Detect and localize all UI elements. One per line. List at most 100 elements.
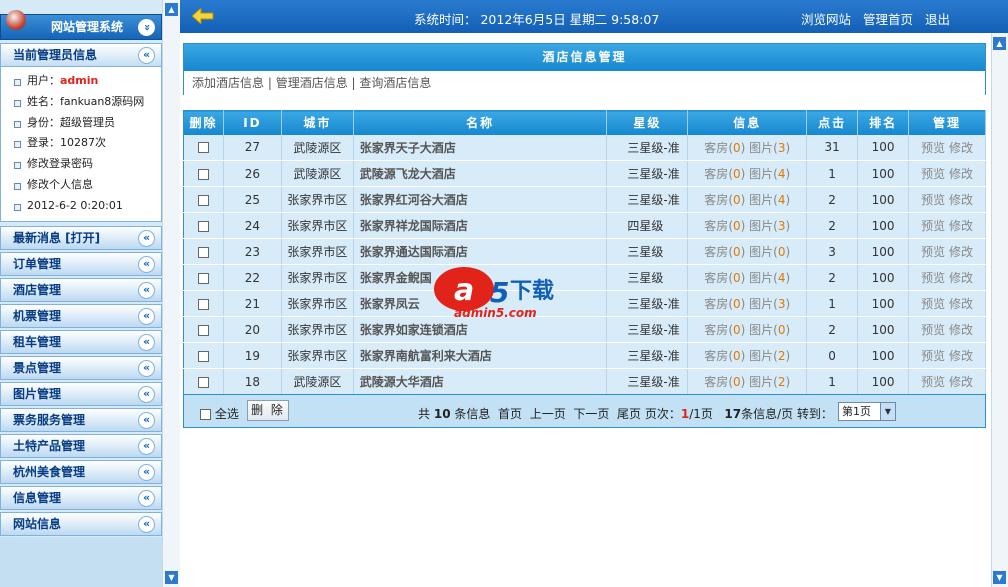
edit-link[interactable]: 修改 bbox=[949, 271, 973, 285]
last-page-link[interactable]: 尾页 bbox=[617, 407, 641, 421]
row-checkbox[interactable] bbox=[197, 194, 209, 206]
menu-food[interactable]: 杭州美食管理 « bbox=[0, 460, 162, 484]
row-checkbox[interactable] bbox=[197, 298, 209, 310]
rooms-link[interactable]: 客房(0) bbox=[704, 271, 745, 285]
scroll-up-icon[interactable]: ▲ bbox=[165, 3, 178, 16]
edit-link[interactable]: 修改 bbox=[949, 167, 973, 181]
row-checkbox-cell[interactable] bbox=[183, 368, 224, 395]
row-checkbox-cell[interactable] bbox=[183, 316, 224, 343]
pics-link[interactable]: 图片(3) bbox=[749, 297, 790, 311]
preview-link[interactable]: 预览 bbox=[921, 323, 945, 337]
pics-link[interactable]: 图片(0) bbox=[749, 245, 790, 259]
select-all[interactable]: 全选 bbox=[200, 405, 239, 422]
menu-flights[interactable]: 机票管理 « bbox=[0, 304, 162, 328]
select-all-checkbox[interactable] bbox=[200, 409, 211, 420]
preview-link[interactable]: 预览 bbox=[921, 245, 945, 259]
rooms-link[interactable]: 客房(0) bbox=[704, 219, 745, 233]
row-name[interactable]: 张家界如家连锁酒店 bbox=[353, 316, 608, 343]
rooms-link[interactable]: 客房(0) bbox=[704, 141, 745, 155]
row-name[interactable]: 张家界天子大酒店 bbox=[353, 134, 608, 161]
rooms-link[interactable]: 客房(0) bbox=[704, 375, 745, 389]
preview-link[interactable]: 预览 bbox=[921, 141, 945, 155]
browse-site-link[interactable]: 浏览网站 bbox=[801, 12, 851, 27]
preview-link[interactable]: 预览 bbox=[921, 219, 945, 233]
row-name[interactable]: 武陵源大华酒店 bbox=[353, 368, 608, 395]
collapse-icon[interactable]: « bbox=[138, 360, 155, 377]
manage-hotel-link[interactable]: 管理酒店信息 bbox=[276, 76, 348, 90]
collapse-icon[interactable]: « bbox=[138, 256, 155, 273]
first-page-link[interactable]: 首页 bbox=[498, 407, 522, 421]
row-checkbox-cell[interactable] bbox=[183, 342, 224, 369]
preview-link[interactable]: 预览 bbox=[921, 297, 945, 311]
edit-link[interactable]: 修改 bbox=[949, 323, 973, 337]
collapse-icon[interactable]: « bbox=[138, 464, 155, 481]
row-checkbox[interactable] bbox=[197, 246, 209, 258]
collapse-icon[interactable]: « bbox=[138, 438, 155, 455]
collapse-icon[interactable]: « bbox=[138, 230, 155, 247]
collapse-icon[interactable]: « bbox=[138, 412, 155, 429]
row-checkbox[interactable] bbox=[197, 168, 209, 180]
preview-link[interactable]: 预览 bbox=[921, 167, 945, 181]
row-name[interactable]: 张家界红河谷大酒店 bbox=[353, 186, 608, 213]
rooms-link[interactable]: 客房(0) bbox=[704, 323, 745, 337]
row-checkbox-cell[interactable] bbox=[183, 186, 224, 213]
scroll-down-icon[interactable]: ▼ bbox=[165, 571, 178, 584]
rooms-link[interactable]: 客房(0) bbox=[704, 245, 745, 259]
rooms-link[interactable]: 客房(0) bbox=[704, 167, 745, 181]
rooms-link[interactable]: 客房(0) bbox=[704, 193, 745, 207]
admin-home-link[interactable]: 管理首页 bbox=[863, 12, 913, 27]
menu-tickets[interactable]: 票务服务管理 « bbox=[0, 408, 162, 432]
preview-link[interactable]: 预览 bbox=[921, 375, 945, 389]
edit-link[interactable]: 修改 bbox=[949, 297, 973, 311]
menu-car-rental[interactable]: 租车管理 « bbox=[0, 330, 162, 354]
preview-link[interactable]: 预览 bbox=[921, 193, 945, 207]
edit-link[interactable]: 修改 bbox=[949, 141, 973, 155]
pics-link[interactable]: 图片(3) bbox=[749, 219, 790, 233]
pics-link[interactable]: 图片(4) bbox=[749, 167, 790, 181]
back-arrow-icon[interactable] bbox=[192, 8, 214, 24]
row-checkbox-cell[interactable] bbox=[183, 160, 224, 187]
row-name[interactable]: 张家界南航富利来大酒店 bbox=[353, 342, 608, 369]
collapse-icon[interactable]: « bbox=[138, 386, 155, 403]
row-checkbox[interactable] bbox=[197, 324, 209, 336]
pics-link[interactable]: 图片(4) bbox=[749, 193, 790, 207]
menu-local-products[interactable]: 土特产品管理 « bbox=[0, 434, 162, 458]
row-checkbox-cell[interactable] bbox=[183, 134, 224, 161]
logout-link[interactable]: 退出 bbox=[925, 12, 950, 27]
add-hotel-link[interactable]: 添加酒店信息 bbox=[192, 76, 264, 90]
pics-link[interactable]: 图片(4) bbox=[749, 271, 790, 285]
collapse-icon[interactable]: « bbox=[138, 490, 155, 507]
collapse-icon[interactable]: « bbox=[138, 308, 155, 325]
next-page-link[interactable]: 下一页 bbox=[573, 407, 609, 421]
pics-link[interactable]: 图片(3) bbox=[749, 141, 790, 155]
scroll-down-icon[interactable]: ▼ bbox=[993, 571, 1006, 584]
chevron-down-icon[interactable]: ▼ bbox=[880, 403, 895, 420]
chevron-double-down-icon[interactable]: » bbox=[138, 19, 155, 36]
edit-link[interactable]: 修改 bbox=[949, 375, 973, 389]
menu-pictures[interactable]: 图片管理 « bbox=[0, 382, 162, 406]
menu-orders[interactable]: 订单管理 « bbox=[0, 252, 162, 276]
edit-link[interactable]: 修改 bbox=[949, 349, 973, 363]
edit-link[interactable]: 修改 bbox=[949, 193, 973, 207]
preview-link[interactable]: 预览 bbox=[921, 271, 945, 285]
row-checkbox[interactable] bbox=[197, 142, 209, 154]
sidebar-scrollbar[interactable]: ▲ ▼ bbox=[162, 0, 180, 587]
collapse-icon[interactable]: « bbox=[138, 516, 155, 533]
row-checkbox-cell[interactable] bbox=[183, 264, 224, 291]
edit-profile-link[interactable]: 修改个人信息 bbox=[1, 175, 161, 196]
row-checkbox[interactable] bbox=[197, 272, 209, 284]
row-checkbox[interactable] bbox=[197, 376, 209, 388]
row-checkbox-cell[interactable] bbox=[183, 238, 224, 265]
pics-link[interactable]: 图片(0) bbox=[749, 323, 790, 337]
collapse-icon[interactable]: « bbox=[138, 47, 155, 64]
menu-info[interactable]: 信息管理 « bbox=[0, 486, 162, 510]
row-name[interactable]: 张家界通达国际酒店 bbox=[353, 238, 608, 265]
row-checkbox[interactable] bbox=[197, 350, 209, 362]
edit-link[interactable]: 修改 bbox=[949, 219, 973, 233]
prev-page-link[interactable]: 上一页 bbox=[530, 407, 566, 421]
query-hotel-link[interactable]: 查询酒店信息 bbox=[359, 76, 431, 90]
row-name[interactable]: 武陵源飞龙大酒店 bbox=[353, 160, 608, 187]
row-checkbox-cell[interactable] bbox=[183, 290, 224, 317]
pics-link[interactable]: 图片(2) bbox=[749, 375, 790, 389]
scroll-up-icon[interactable]: ▲ bbox=[993, 37, 1006, 50]
